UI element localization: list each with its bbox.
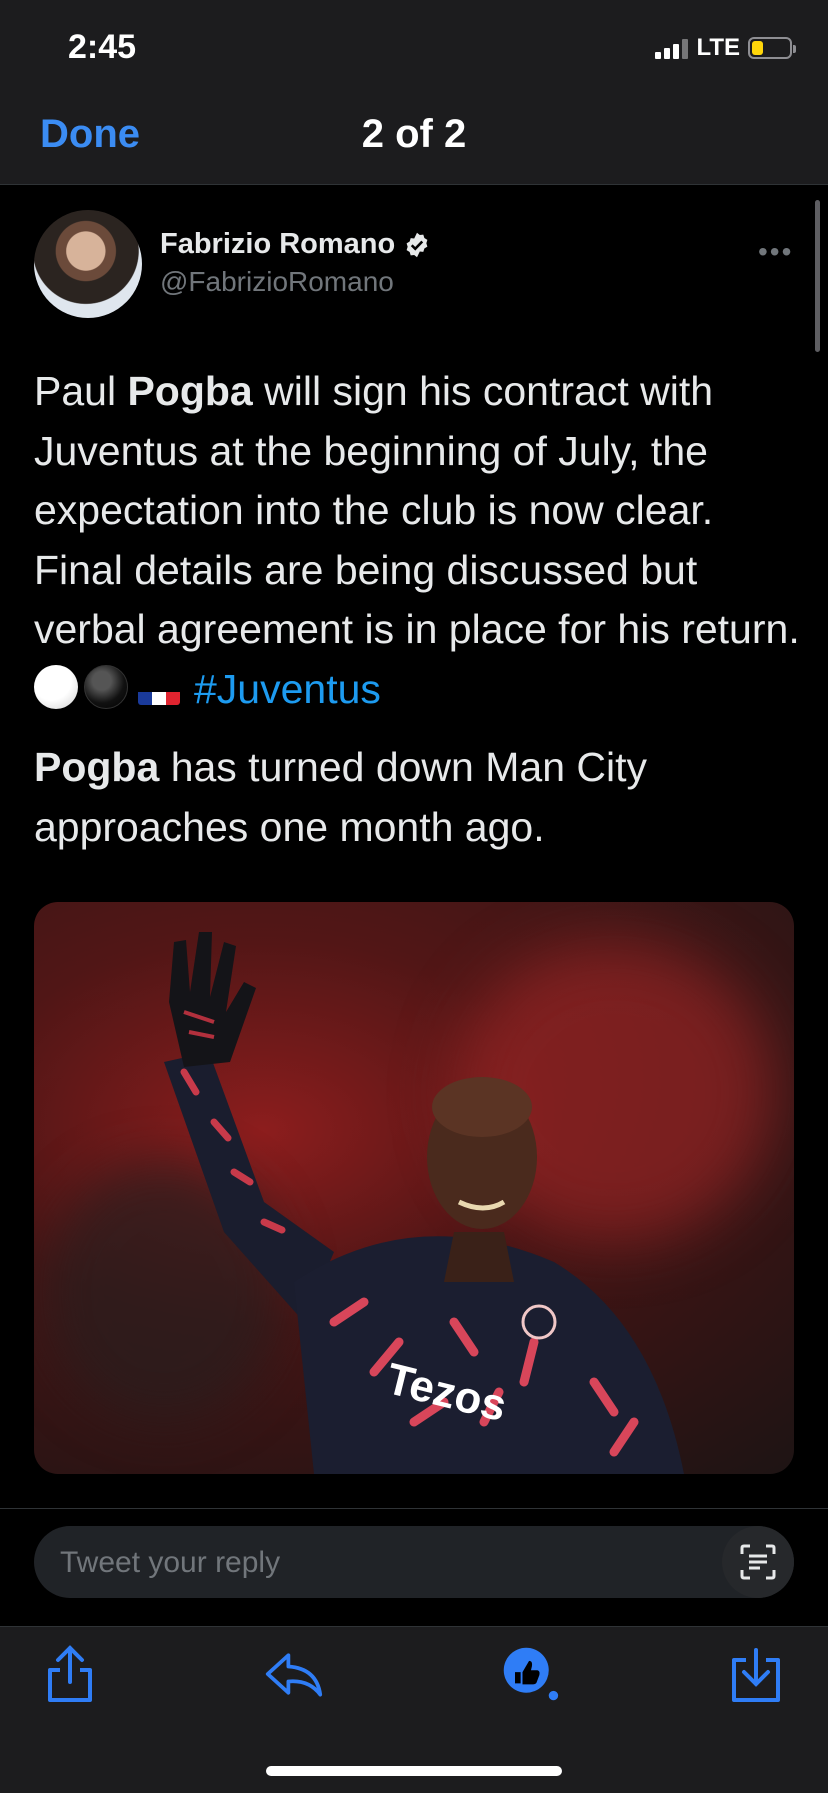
verified-badge-icon <box>406 232 428 257</box>
author-handle[interactable]: @FabrizioRomano <box>160 266 394 298</box>
reply-input[interactable]: Tweet your reply <box>34 1526 794 1598</box>
reply-button[interactable] <box>264 1644 324 1704</box>
author-row: Fabrizio Romano <box>160 228 431 261</box>
scrollbar[interactable] <box>815 200 820 352</box>
author-name[interactable]: Fabrizio Romano <box>160 228 395 261</box>
france-flag-emoji <box>138 677 180 705</box>
more-options-icon[interactable]: ••• <box>758 236 793 268</box>
battery-level <box>752 41 763 55</box>
tweet-text: Paul Pogba will sign his contract with J… <box>34 362 804 719</box>
white-circle-emoji <box>34 664 78 709</box>
like-button[interactable] <box>500 1644 560 1704</box>
status-indicators: LTE <box>655 34 796 62</box>
player-figure: Tezos <box>164 932 684 1474</box>
tweet-text-part: Paul <box>34 368 128 414</box>
scan-text-button[interactable] <box>722 1526 794 1598</box>
network-label: LTE <box>696 34 740 61</box>
signal-icon <box>655 37 689 59</box>
tweet-text-2: Pogba has turned down Man City approache… <box>34 738 804 857</box>
hashtag-link[interactable]: #Juventus <box>194 666 381 712</box>
scan-text-icon <box>740 1544 776 1580</box>
tweet-bold-name: Pogba <box>34 744 160 790</box>
reply-placeholder: Tweet your reply <box>60 1546 281 1579</box>
pager-title: 2 of 2 <box>361 112 467 156</box>
download-icon <box>732 1648 780 1702</box>
avatar[interactable] <box>34 210 142 318</box>
home-indicator[interactable] <box>266 1766 562 1776</box>
tweet-photo[interactable]: Tezos <box>34 902 794 1474</box>
share-button[interactable] <box>40 1644 100 1704</box>
battery-icon <box>748 37 796 59</box>
download-button[interactable] <box>726 1644 786 1704</box>
reply-icon <box>265 1653 323 1697</box>
tweet-bold-name: Pogba <box>127 368 253 414</box>
like-icon <box>503 1647 559 1701</box>
status-time: 2:45 <box>68 28 137 66</box>
share-icon <box>48 1645 92 1702</box>
black-circle-emoji <box>84 664 128 709</box>
